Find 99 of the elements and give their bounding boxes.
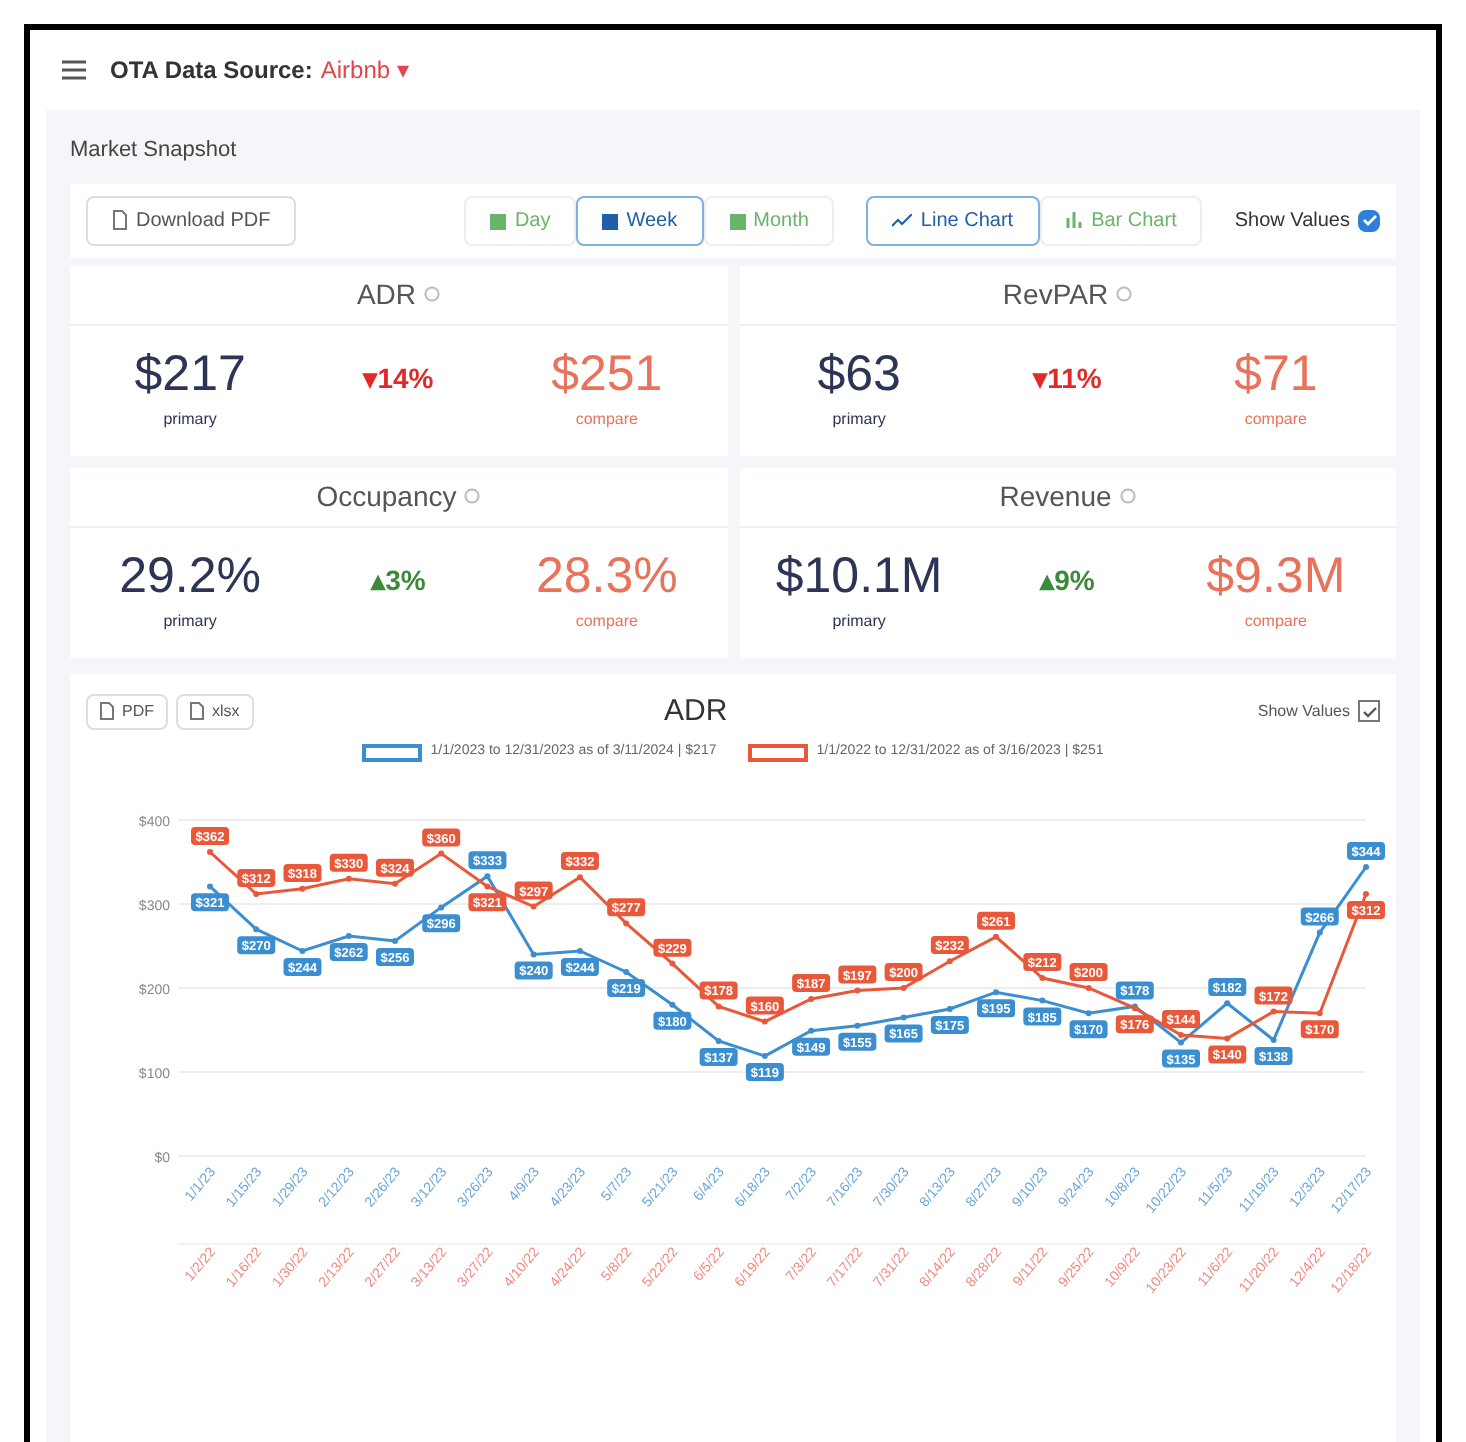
period-tab[interactable]: Week: [576, 195, 704, 245]
compare-label: compare: [1244, 407, 1307, 431]
calendar-icon: [490, 211, 507, 229]
info-icon[interactable]: [464, 488, 481, 504]
document-icon: [100, 702, 114, 721]
data-point: [253, 890, 260, 896]
show-values-label: Show Values: [1257, 699, 1350, 724]
document-icon: [190, 702, 204, 721]
bar-chart-icon: [1065, 212, 1084, 228]
data-point: [577, 873, 583, 880]
data-point: [1270, 1036, 1277, 1042]
data-point: [1363, 890, 1369, 896]
kpi-title: ADR: [356, 275, 417, 313]
compare-label: compare: [1244, 609, 1307, 633]
data-point: [253, 925, 260, 932]
data-point: [392, 879, 398, 886]
download-pdf-button[interactable]: Download PDF: [86, 195, 297, 245]
primary-label: primary: [832, 609, 886, 633]
data-point: [669, 1000, 676, 1007]
export-button[interactable]: PDF: [86, 693, 168, 730]
chart-type-tab[interactable]: Line Chart: [866, 195, 1040, 245]
calendar-icon: [602, 211, 619, 229]
data-point: [993, 988, 999, 995]
compare-value: $251: [551, 349, 663, 399]
data-point: [900, 1013, 907, 1020]
kpi-title: Occupancy: [316, 477, 457, 516]
primary-label: primary: [163, 609, 217, 633]
show-values-checkbox[interactable]: [1358, 700, 1380, 723]
compare-value: 28.3%: [535, 551, 678, 601]
change-value: ▴9%: [1040, 561, 1095, 599]
primary-value: 29.2%: [119, 551, 262, 601]
data-point: [854, 986, 861, 993]
data-point: [1270, 1007, 1277, 1014]
data-point: [946, 957, 953, 964]
compare-value: $9.3M: [1206, 551, 1346, 601]
data-point: [715, 1002, 722, 1009]
primary-value: $63: [817, 349, 901, 399]
data-point: [345, 874, 352, 881]
data-point: [392, 937, 398, 943]
data-point: [900, 984, 907, 990]
primary-label: primary: [832, 407, 886, 431]
line-chart-icon: [892, 213, 913, 227]
compare-label: compare: [575, 407, 638, 431]
data-point: [438, 903, 445, 910]
document-icon: [112, 210, 128, 230]
data-point: [1316, 1009, 1323, 1016]
kpi-title: Revenue: [999, 477, 1112, 515]
data-point: [808, 1026, 815, 1033]
data-point: [761, 1017, 768, 1024]
data-point: [207, 882, 213, 889]
menu-icon[interactable]: [62, 60, 86, 80]
data-point: [577, 947, 583, 953]
compare-label: compare: [575, 609, 638, 633]
data-source-dropdown[interactable]: Airbnb ▾: [320, 52, 409, 88]
data-point: [1224, 1034, 1231, 1041]
data-point: [946, 1005, 953, 1011]
data-point: [484, 882, 491, 889]
primary-value: $217: [134, 349, 246, 399]
data-point: [1039, 974, 1046, 980]
calendar-icon: [729, 211, 746, 229]
data-point: [207, 848, 213, 854]
data-point: [761, 1052, 768, 1058]
data-point: [808, 995, 815, 1001]
data-point: [993, 932, 999, 939]
data-point: [623, 919, 630, 926]
data-point: [1224, 999, 1231, 1006]
data-point: [299, 947, 306, 953]
primary-value: $10.1M: [775, 551, 943, 601]
info-icon[interactable]: [1119, 488, 1136, 504]
compare-value: $71: [1234, 349, 1318, 399]
data-point: [299, 884, 306, 891]
change-value: ▾11%: [1033, 359, 1102, 397]
data-point: [530, 950, 537, 957]
data-point: [530, 902, 537, 909]
kpi-title: RevPAR: [1002, 275, 1109, 313]
primary-label: primary: [163, 407, 217, 431]
data-point: [484, 872, 491, 879]
data-point: [1085, 1009, 1092, 1016]
data-point: [1316, 928, 1323, 935]
export-button[interactable]: xlsx: [176, 693, 254, 730]
data-point: [1131, 1004, 1138, 1011]
info-icon[interactable]: [1116, 286, 1133, 302]
change-value: ▴3%: [371, 561, 426, 599]
change-value: ▾14%: [363, 359, 434, 397]
show-values-label: Show Values: [1234, 207, 1350, 235]
data-point: [438, 849, 445, 856]
data-point: [1039, 996, 1046, 1003]
show-values-checkbox[interactable]: [1358, 209, 1380, 231]
data-point: [1363, 863, 1369, 869]
info-icon[interactable]: [424, 286, 441, 302]
chart-title: ADR: [662, 691, 730, 731]
data-point: [669, 959, 676, 966]
data-point: [1085, 984, 1092, 990]
data-point: [715, 1037, 722, 1043]
data-source-label: OTA Data Source:: [110, 56, 313, 84]
section-title: Market Snapshot: [70, 136, 239, 166]
data-point: [345, 932, 352, 938]
data-point: [854, 1021, 861, 1028]
data-point: [623, 968, 630, 974]
